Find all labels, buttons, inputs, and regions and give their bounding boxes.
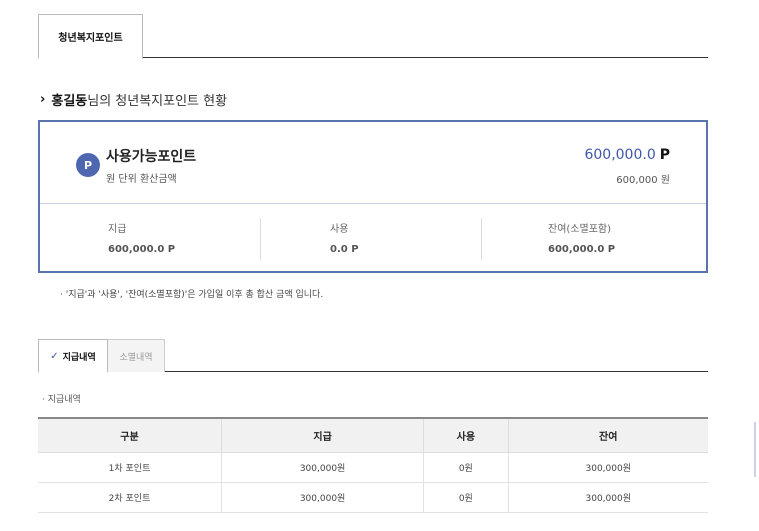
available-points-value: 600,000.0 P (584, 147, 670, 163)
stat-used-value: 0.0 P (330, 244, 359, 255)
stat-divider (481, 218, 482, 260)
top-tab-bar: 청년복지포인트 (38, 14, 708, 59)
table-cell: 300,000원 (508, 452, 708, 483)
check-icon: ✓ (50, 350, 59, 362)
grant-history-table: 구분 지급 사용 잔여 1차 포인트 300,000원 0원 300,000원 … (38, 417, 708, 513)
scroll-edge-indicator (754, 422, 756, 477)
table-row: 1차 포인트 300,000원 0원 300,000원 (38, 452, 708, 483)
grant-history-label: · 지급내역 (42, 395, 81, 405)
stat-granted-label: 지급 (108, 224, 127, 235)
stat-remaining: 잔여(소멸포함) 600,000.0 P (548, 220, 759, 258)
available-points-panel: P 사용가능포인트 원 단위 환산금액 600,000.0 P 600,000 원 (40, 122, 706, 204)
summary-note: · '지급'과 '사용', '잔여(소멸포함)'은 가입일 이후 총 합산 금액… (60, 290, 324, 300)
stat-used-label: 사용 (330, 224, 349, 235)
tab-grant-history[interactable]: ✓ 지급내역 (38, 339, 108, 373)
table-cell: 300,000원 (221, 452, 425, 483)
table-header-row: 구분 지급 사용 잔여 (38, 418, 708, 453)
available-points-label: 사용가능포인트 (106, 149, 197, 165)
section-title: › 홍길동 님의 청년복지포인트 현황 (40, 90, 227, 109)
available-points-sub: 원 단위 환산금액 (106, 174, 177, 185)
column-header-remaining: 잔여 (508, 418, 708, 453)
table-row: 2차 포인트 300,000원 0원 300,000원 (38, 482, 708, 513)
table-cell: 0원 (423, 482, 509, 513)
stat-used: 사용 0.0 P (330, 220, 550, 258)
chevron-right-icon: › (40, 92, 46, 107)
column-header-used: 사용 (423, 418, 509, 453)
table-cell: 300,000원 (221, 482, 425, 513)
available-points-unit: P (659, 147, 670, 163)
stat-granted-value: 600,000.0 P (108, 244, 176, 255)
table-cell: 300,000원 (508, 482, 708, 513)
available-won-value: 600,000 원 (616, 175, 670, 186)
stat-remaining-label: 잔여(소멸포함) (548, 224, 612, 235)
tab-grant-history-label: 지급내역 (62, 352, 96, 363)
table-cell: 0원 (423, 452, 509, 483)
available-points-number: 600,000.0 (584, 147, 656, 163)
point-badge-icon: P (76, 153, 100, 177)
history-tab-bar: ✓ 지급내역 소멸내역 (38, 339, 708, 373)
column-header-granted: 지급 (221, 418, 425, 453)
points-summary-box: P 사용가능포인트 원 단위 환산금액 600,000.0 P 600,000 원… (38, 120, 708, 273)
points-stats-row: 지급 600,000.0 P 사용 0.0 P 잔여(소멸포함) 600,000… (40, 204, 706, 273)
table-cell: 2차 포인트 (38, 482, 223, 513)
column-header-category: 구분 (38, 418, 223, 453)
stat-remaining-value: 600,000.0 P (548, 244, 616, 255)
tab-youth-welfare-points[interactable]: 청년복지포인트 (38, 14, 143, 59)
stat-divider (260, 218, 261, 260)
tab-expiry-history[interactable]: 소멸내역 (108, 339, 165, 372)
stat-granted: 지급 600,000.0 P (108, 220, 328, 258)
section-title-suffix: 님의 청년복지포인트 현황 (87, 94, 228, 109)
user-name: 홍길동 (51, 94, 88, 109)
table-cell: 1차 포인트 (38, 452, 223, 483)
